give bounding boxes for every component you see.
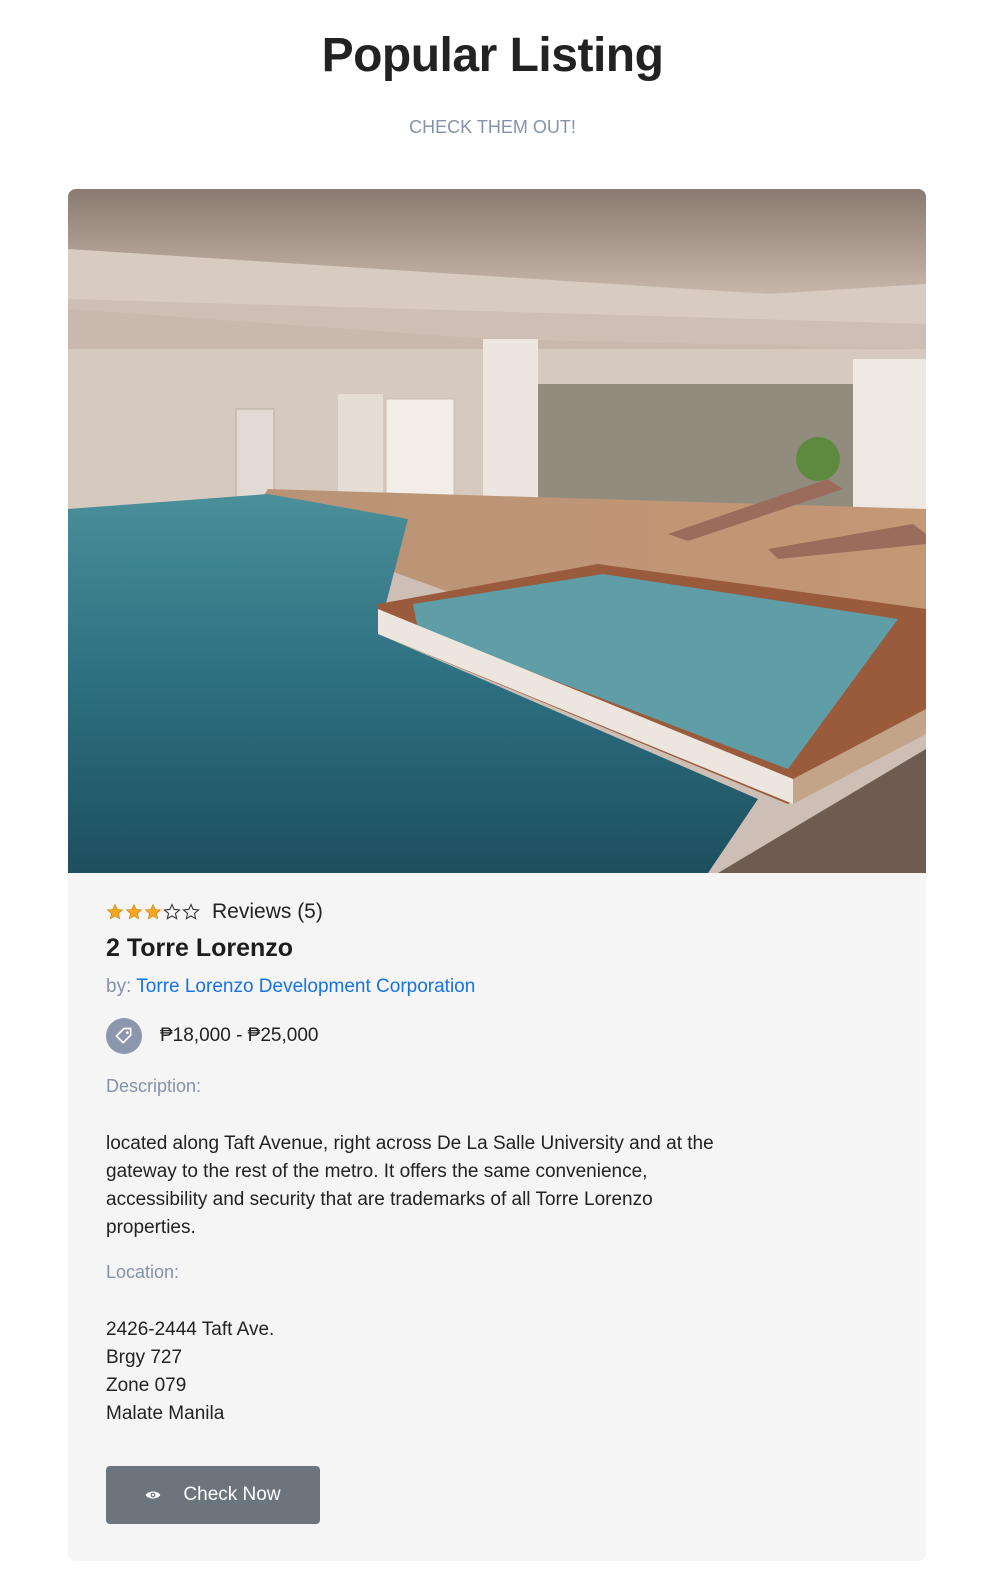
price-range: ₱18,000 - ₱25,000 xyxy=(160,1025,319,1046)
section-title: Popular Listing xyxy=(321,29,664,82)
price-tag-icon xyxy=(106,1018,142,1054)
section-subtitle: CHECK THEM OUT! xyxy=(409,117,576,137)
listing-name: 2 Torre Lorenzo xyxy=(106,934,294,962)
address-line: 2426-2444 Taft Ave. xyxy=(106,1319,275,1340)
description-text: located along Taft Avenue, right across … xyxy=(106,1133,714,1238)
check-now-label: Check Now xyxy=(183,1484,281,1505)
address-line: Zone 079 xyxy=(106,1375,187,1396)
rating-row: Reviews (5) xyxy=(106,899,323,925)
check-now-button[interactable]: Check Now xyxy=(106,1466,320,1524)
eye-icon xyxy=(145,1489,161,1501)
star-filled-icon xyxy=(144,903,162,921)
address-line: Malate Manila xyxy=(106,1403,225,1424)
developer-byline: by: Torre Lorenzo Development Corporatio… xyxy=(106,976,475,998)
address-block: 2426-2444 Taft Ave. Brgy 727 Zone 079 Ma… xyxy=(106,1316,274,1428)
star-filled-icon xyxy=(106,903,124,921)
star-empty-icon xyxy=(182,903,200,921)
listing-card: Reviews (5) 2 Torre Lorenzo by: Torre Lo… xyxy=(68,189,926,1561)
star-filled-icon xyxy=(125,903,143,921)
developer-link[interactable]: Torre Lorenzo Development Corporation xyxy=(136,976,475,997)
reviews-count: Reviews (5) xyxy=(212,900,323,923)
by-prefix: by: xyxy=(106,976,132,997)
star-empty-icon xyxy=(163,903,181,921)
description-label: Description: xyxy=(106,1076,202,1096)
star-rating xyxy=(106,903,200,921)
price-row: ₱18,000 - ₱25,000 xyxy=(106,1018,318,1054)
location-label: Location: xyxy=(106,1262,180,1282)
listing-photo xyxy=(68,189,926,873)
address-line: Brgy 727 xyxy=(106,1347,183,1368)
